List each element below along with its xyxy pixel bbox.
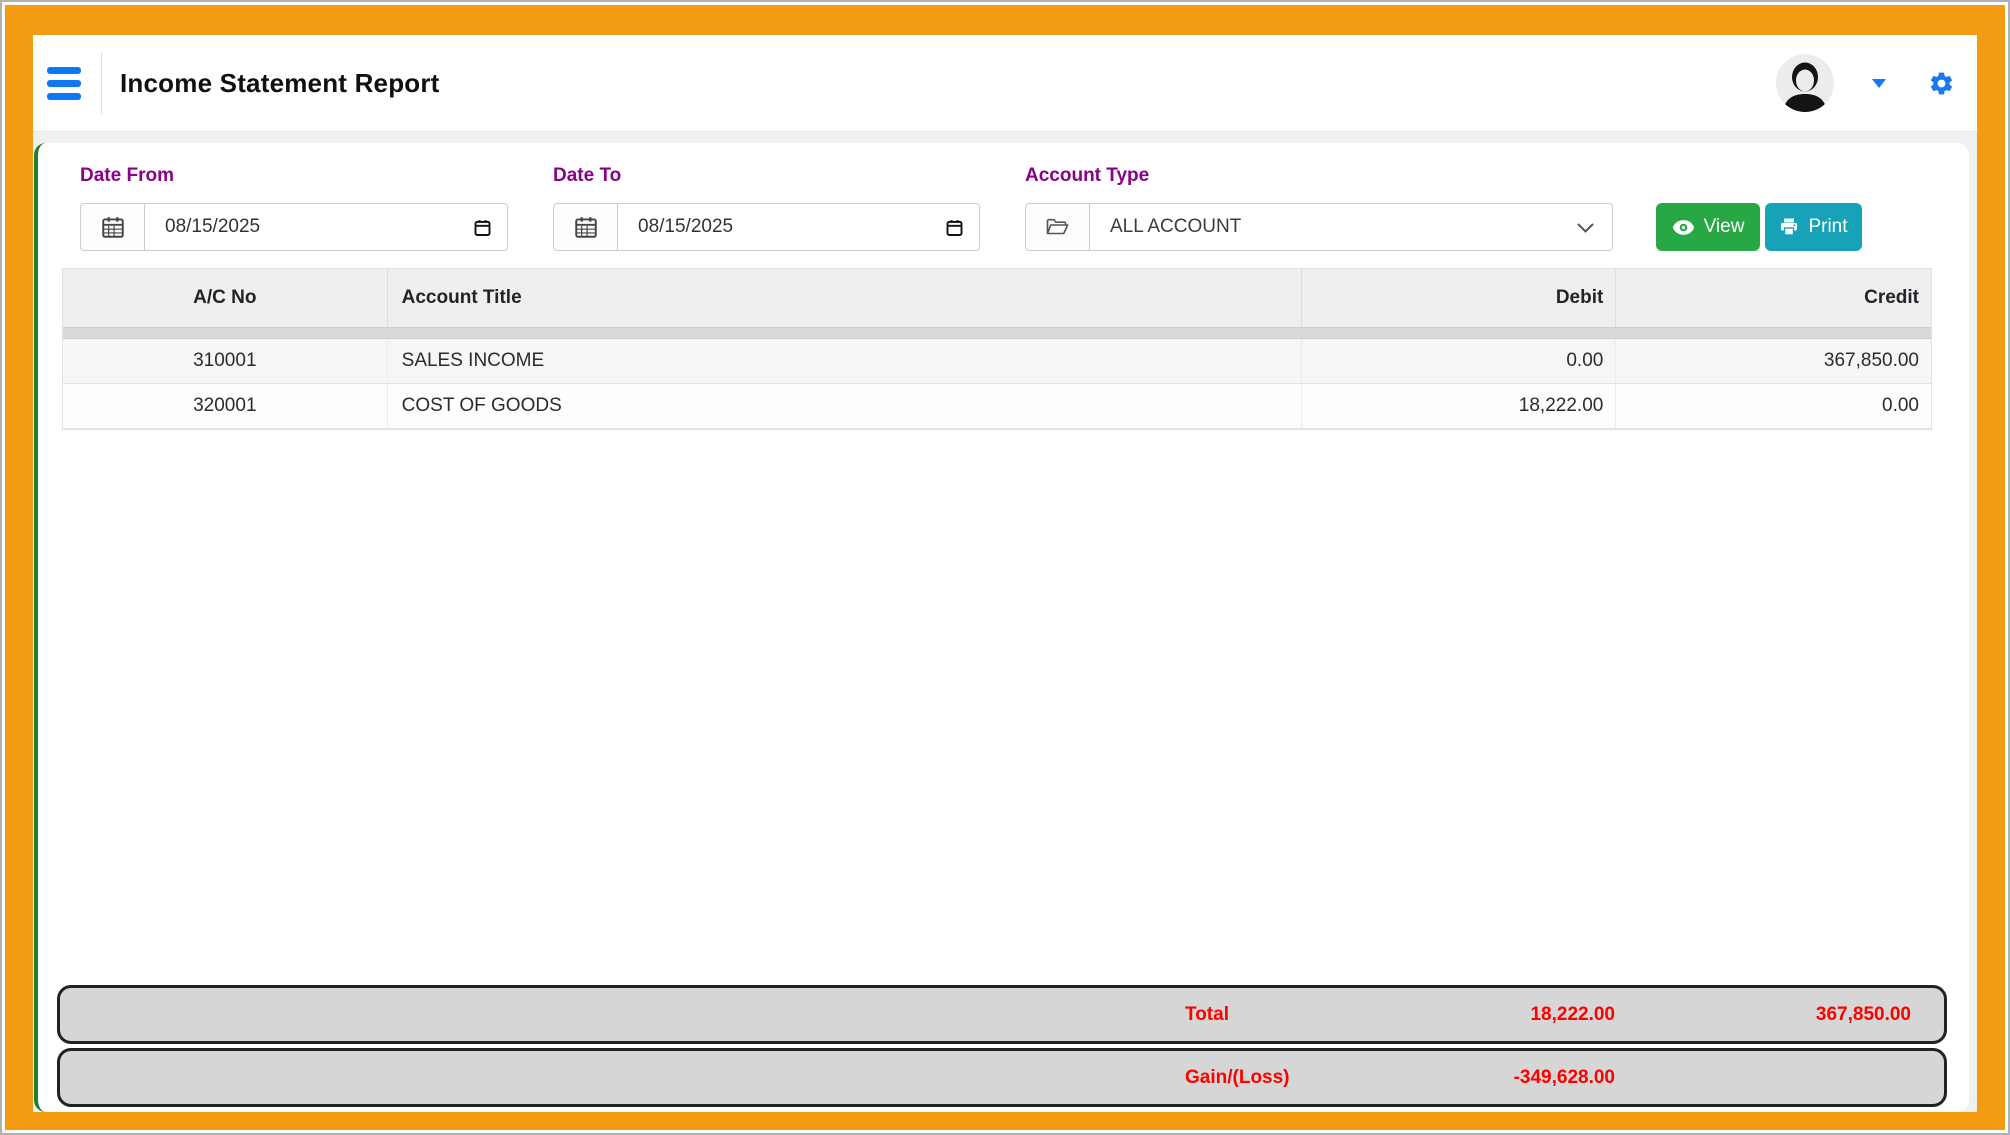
date-from-group xyxy=(80,203,508,251)
top-header: Income Statement Report xyxy=(33,35,1977,132)
view-button[interactable]: View xyxy=(1656,203,1760,251)
table-row: 320001 COST OF GOODS 18,222.00 0.00 xyxy=(63,384,1931,429)
header-right-cluster xyxy=(1776,54,1977,112)
table-row: 310001 SALES INCOME 0.00 367,850.00 xyxy=(63,339,1931,384)
cell-title: COST OF GOODS xyxy=(388,384,1302,428)
menu-icon[interactable] xyxy=(47,67,81,100)
cell-title: SALES INCOME xyxy=(388,339,1302,383)
person-icon xyxy=(1776,54,1834,112)
cell-credit: 367,850.00 xyxy=(1616,339,1931,383)
cell-debit: 0.00 xyxy=(1302,339,1617,383)
print-button[interactable]: Print xyxy=(1765,203,1862,251)
cell-debit: 18,222.00 xyxy=(1302,384,1617,428)
app-area: Income Statement Report xyxy=(33,35,1977,1112)
account-type-label: Account Type xyxy=(1025,165,1149,187)
table-separator-band xyxy=(63,327,1931,339)
date-to-group xyxy=(553,203,980,251)
caret-down-icon[interactable] xyxy=(1872,79,1886,88)
date-to-input[interactable] xyxy=(618,204,979,250)
col-header-credit: Credit xyxy=(1616,269,1931,327)
report-card: Date From xyxy=(34,143,1969,1112)
date-from-input[interactable] xyxy=(145,204,507,250)
page-title: Income Statement Report xyxy=(120,68,440,99)
user-avatar[interactable] xyxy=(1776,54,1834,112)
date-picker-icon[interactable] xyxy=(472,217,493,239)
total-credit: 367,850.00 xyxy=(1615,1004,1944,1026)
date-from-label: Date From xyxy=(80,165,174,187)
account-type-group: ALL ACCOUNT xyxy=(1025,203,1613,251)
gain-loss-summary-bar: Gain/(Loss) -349,628.00 xyxy=(57,1048,1947,1107)
account-type-select[interactable]: ALL ACCOUNT xyxy=(1090,204,1612,250)
header-divider xyxy=(101,52,102,114)
date-to-label: Date To xyxy=(553,165,621,187)
col-header-debit: Debit xyxy=(1302,269,1617,327)
account-type-value: ALL ACCOUNT xyxy=(1110,216,1241,238)
calendar-icon xyxy=(81,204,145,250)
eye-icon xyxy=(1672,219,1695,236)
col-header-title: Account Title xyxy=(388,269,1302,327)
cell-ac-no: 320001 xyxy=(63,384,388,428)
cell-credit: 0.00 xyxy=(1616,384,1931,428)
gain-loss-value: -349,628.00 xyxy=(1425,1067,1615,1089)
app-window: Income Statement Report xyxy=(0,0,2010,1135)
view-button-label: View xyxy=(1704,216,1745,238)
date-picker-icon[interactable] xyxy=(944,217,965,239)
table-body: 310001 SALES INCOME 0.00 367,850.00 3200… xyxy=(63,339,1931,429)
gear-icon[interactable] xyxy=(1928,70,1955,97)
calendar-icon xyxy=(554,204,618,250)
chevron-down-icon xyxy=(1577,223,1594,234)
total-debit: 18,222.00 xyxy=(1425,1004,1615,1026)
income-statement-table: A/C No Account Title Debit Credit 310001… xyxy=(62,268,1932,430)
total-label: Total xyxy=(1185,1004,1425,1026)
folder-open-icon xyxy=(1026,204,1090,250)
cell-ac-no: 310001 xyxy=(63,339,388,383)
printer-icon xyxy=(1779,217,1799,237)
col-header-ac-no: A/C No xyxy=(63,269,388,327)
total-summary-bar: Total 18,222.00 367,850.00 xyxy=(57,985,1947,1044)
table-header-row: A/C No Account Title Debit Credit xyxy=(63,269,1931,327)
print-button-label: Print xyxy=(1808,216,1847,238)
gain-loss-label: Gain/(Loss) xyxy=(1185,1067,1425,1089)
